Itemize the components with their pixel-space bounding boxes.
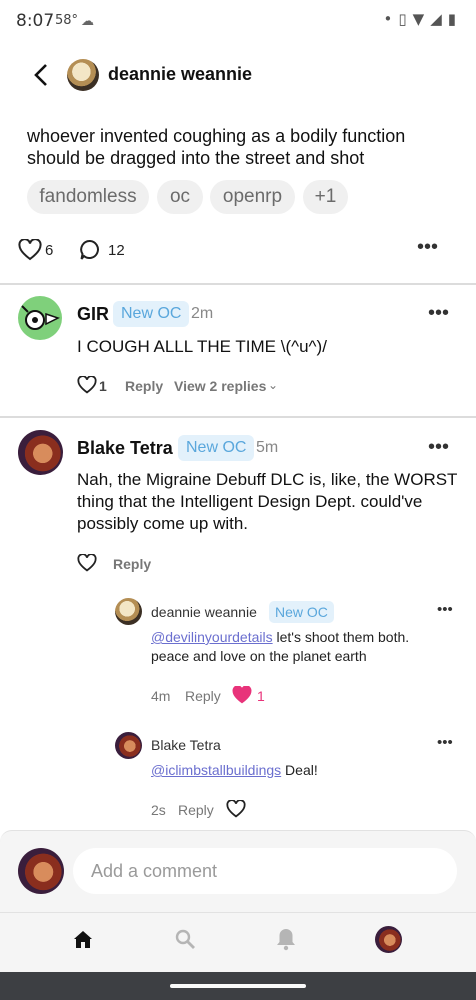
heart-icon xyxy=(77,375,97,394)
dot-icon: • xyxy=(383,10,399,28)
vibrate-icon: ▯ xyxy=(398,10,413,28)
reply-button[interactable]: Reply xyxy=(185,688,221,704)
comment-username[interactable]: Blake Tetra xyxy=(77,438,173,459)
reply-username[interactable]: Blake Tetra xyxy=(151,737,221,753)
tag-fandomless[interactable]: fandomless xyxy=(27,180,149,214)
reply-text: @iclimbstallbuildings Deal! xyxy=(151,761,451,780)
comment-like-button[interactable] xyxy=(77,375,97,394)
heart-filled-icon xyxy=(232,685,252,704)
post-author[interactable]: deannie weannie xyxy=(108,64,252,85)
reply-more-icon[interactable]: ••• xyxy=(437,734,453,751)
status-temperature: 58° xyxy=(55,13,79,28)
reply-body: Deal! xyxy=(281,762,318,778)
new-oc-badge: New OC xyxy=(178,435,255,461)
chevron-left-icon xyxy=(34,64,47,86)
reply-like-button[interactable] xyxy=(226,799,246,818)
comment-username[interactable]: GIR xyxy=(77,304,109,325)
reply-more-icon[interactable]: ••• xyxy=(437,601,453,618)
profile-tab-avatar[interactable] xyxy=(375,926,402,953)
signal-icon: ◢ xyxy=(430,10,448,28)
view-replies-button[interactable]: View 2 replies xyxy=(174,378,266,394)
gir-avatar-art xyxy=(21,305,60,330)
tag-openrp[interactable]: openrp xyxy=(210,180,295,214)
battery-icon: ▮ xyxy=(447,10,462,28)
new-oc-badge: New OC xyxy=(269,601,334,623)
mention-link[interactable]: @iclimbstallbuildings xyxy=(151,762,281,778)
comment-more-icon[interactable]: ••• xyxy=(428,302,449,325)
divider xyxy=(0,283,476,285)
tag-more[interactable]: +1 xyxy=(303,180,348,214)
like-button[interactable] xyxy=(18,238,42,261)
reply-button[interactable]: Reply xyxy=(113,556,151,572)
reply-button[interactable]: Reply xyxy=(125,378,163,394)
like-count: 6 xyxy=(45,242,54,259)
cloud-icon: ☁ xyxy=(81,14,94,29)
comment-text: Nah, the Migraine Debuff DLC is, like, t… xyxy=(77,470,458,533)
chevron-down-icon: ⌄ xyxy=(268,378,279,392)
status-time: 8:07 xyxy=(16,11,55,31)
avatar[interactable] xyxy=(18,430,63,475)
avatar[interactable] xyxy=(18,296,62,340)
wifi-icon: ▼ xyxy=(412,10,431,28)
bell-icon[interactable] xyxy=(275,927,297,951)
comment-count: 12 xyxy=(108,242,125,259)
comment-time: 5m xyxy=(256,439,279,456)
avatar[interactable] xyxy=(18,848,64,894)
status-icons: •▯▼◢▮ xyxy=(384,10,462,28)
back-button[interactable] xyxy=(26,58,56,92)
divider xyxy=(0,416,476,418)
reply-time: 4m xyxy=(151,688,171,704)
comment-time: 2m xyxy=(191,305,214,322)
avatar[interactable] xyxy=(115,732,142,759)
heart-icon xyxy=(226,799,246,818)
post-more-icon[interactable]: ••• xyxy=(417,236,438,259)
reply-time: 2s xyxy=(151,802,166,818)
avatar[interactable] xyxy=(67,59,99,91)
new-oc-badge: New OC xyxy=(113,301,190,327)
comment-like-count: 1 xyxy=(99,378,107,394)
comment-button[interactable] xyxy=(79,239,101,261)
comment-more-icon[interactable]: ••• xyxy=(428,436,449,459)
search-icon[interactable] xyxy=(174,928,196,950)
home-indicator[interactable] xyxy=(170,984,306,988)
mention-link[interactable]: @devilinyourdetails xyxy=(151,629,273,645)
home-icon[interactable] xyxy=(72,928,94,950)
status-bar: 8:07 58° ☁ •▯▼◢▮ xyxy=(0,0,476,40)
reply-like-button[interactable] xyxy=(232,685,252,704)
avatar[interactable] xyxy=(115,598,142,625)
reply-like-count: 1 xyxy=(257,688,265,704)
heart-icon xyxy=(77,553,97,572)
reply-username[interactable]: deannie weannie xyxy=(151,604,257,620)
comment-text: I COUGH ALLL THE TIME \(^u^)/ xyxy=(77,337,327,356)
reply-text: @devilinyourdetails let's shoot them bot… xyxy=(151,628,451,666)
comment-input[interactable]: Add a comment xyxy=(73,848,457,894)
comment-like-button[interactable] xyxy=(77,553,97,572)
reply-button[interactable]: Reply xyxy=(178,802,214,818)
speech-bubble-icon xyxy=(80,239,99,260)
tag-oc[interactable]: oc xyxy=(157,180,203,214)
heart-icon xyxy=(18,238,42,261)
post-text: whoever invented coughing as a bodily fu… xyxy=(27,126,406,168)
